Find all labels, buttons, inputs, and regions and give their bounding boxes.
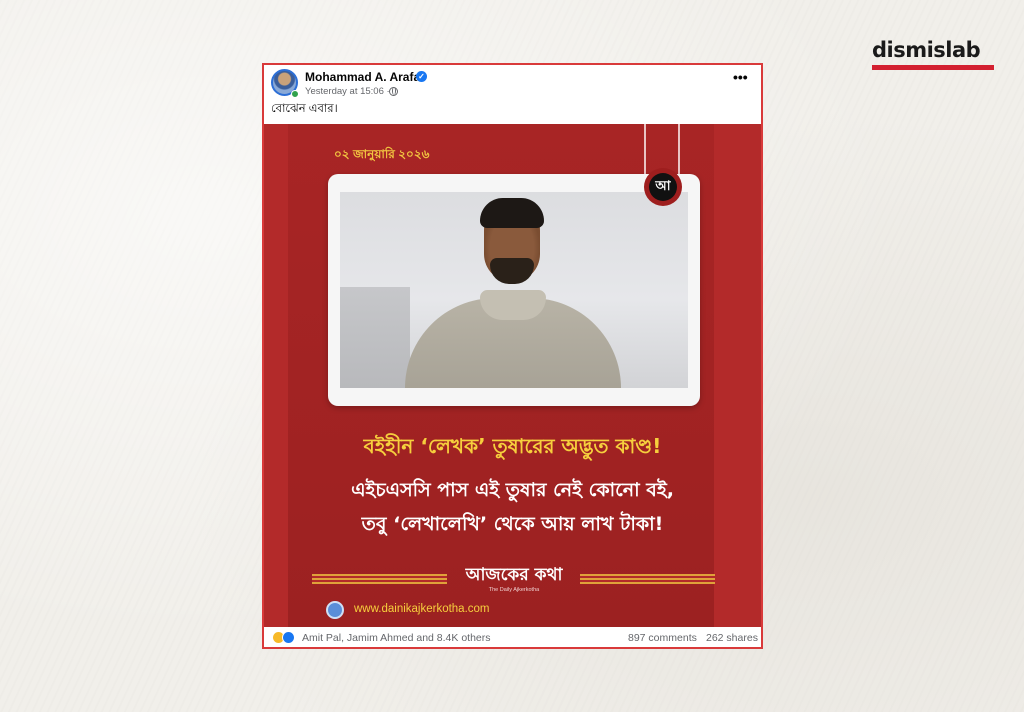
person-collar [480,290,546,320]
badge-letter: আ [649,173,677,201]
shares-count[interactable]: 262 shares [706,632,758,644]
post-footer: Amit Pal, Jamim Ahmed and 8.4K others 89… [264,627,761,647]
post-header: Mohammad A. Arafat ✓ Yesterday at 15:06 … [264,65,761,123]
facebook-post: Mohammad A. Arafat ✓ Yesterday at 15:06 … [262,63,763,649]
newspaper-logo: আজকের কথা The Daily Ajkerkotha [454,564,574,598]
graphic-date: ০২ জানুয়ারি ২০২৬ [334,147,430,161]
web-globe-icon [326,601,344,619]
reaction-icons[interactable] [272,631,300,644]
graphic-headline: বইহীন ‘লেখক’ তুষারের অদ্ভুত কাণ্ড! [363,434,662,458]
reactors-summary[interactable]: Amit Pal, Jamim Ahmed and 8.4K others [302,632,491,644]
brand-name: dismislab [872,38,981,62]
post-caption: বোঝেন এবার। [271,103,338,115]
post-image[interactable]: ০২ জানুয়ারি ২০২৬ আ বইহীন ‘লেখক’ তুষারের… [264,124,761,627]
author-name[interactable]: Mohammad A. Arafat [305,70,424,84]
online-status-icon [291,90,299,98]
publication-badge: আ [644,168,682,206]
graphic-subline-2: তবু ‘লেখালেখি’ থেকে আয় লাখ টাকা! [361,513,664,535]
photo-background-shape [340,287,410,388]
newspaper-logo-title: আজকের কথা [465,565,563,585]
more-options-icon[interactable]: ••• [733,70,749,84]
person-hair [480,198,544,228]
post-timestamp[interactable]: Yesterday at 15:06 · [305,86,390,97]
person-photo [340,192,688,388]
website-url: www.dainikajkerkotha.com [354,603,490,615]
newspaper-logo-subtitle: The Daily Ajkerkotha [488,587,540,593]
verified-badge-icon: ✓ [416,71,427,82]
brand-underline [872,65,994,70]
person-beard [490,258,534,284]
decorative-stripe-right [580,574,715,584]
comments-count[interactable]: 897 comments [628,632,697,644]
globe-icon [389,87,398,96]
decorative-stripe-left [312,574,447,584]
graphic-subline-1: এইচএসসি পাস এই তুষার নেই কোনো বই, [351,479,674,501]
dismislab-logo: dismislab [872,38,994,72]
photo-frame [328,174,700,406]
like-reaction-icon [282,631,295,644]
